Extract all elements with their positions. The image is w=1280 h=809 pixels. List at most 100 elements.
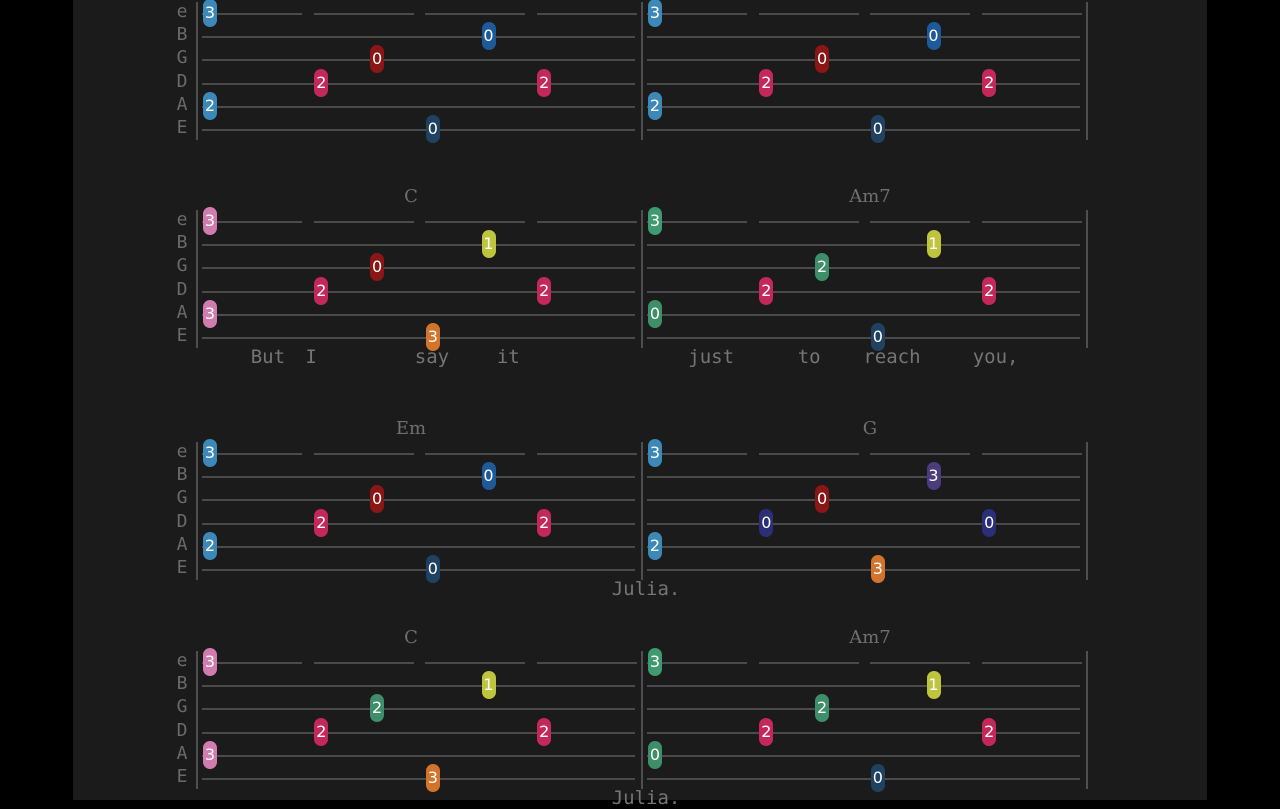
fret-number[interactable]: 3 (203, 648, 217, 676)
string-line (202, 267, 635, 270)
fret-number[interactable]: 0 (926, 22, 941, 51)
fret-number[interactable]: 2 (982, 276, 997, 305)
fret-number[interactable]: 0 (425, 555, 440, 583)
fret-number[interactable]: 0 (815, 45, 830, 74)
fret-number[interactable]: 0 (870, 115, 885, 143)
fret-number[interactable]: 2 (815, 694, 830, 723)
string-line (202, 662, 302, 664)
fret-number[interactable]: 3 (203, 207, 217, 235)
barline (196, 442, 198, 580)
fret-number[interactable]: 2 (815, 253, 830, 282)
fret-number[interactable]: 2 (314, 508, 329, 537)
fret-number[interactable]: 0 (481, 22, 496, 51)
fret-number[interactable]: 0 (759, 508, 774, 537)
string-line (981, 221, 1082, 223)
fret-number[interactable]: 0 (870, 764, 885, 792)
string-line (647, 778, 1080, 780)
fret-number[interactable]: 3 (203, 0, 217, 27)
string-line (981, 453, 1082, 455)
fret-number[interactable]: 2 (537, 508, 552, 537)
fret-number[interactable]: 2 (537, 276, 552, 305)
fret-number[interactable]: 3 (203, 299, 217, 328)
string-line (647, 754, 1080, 757)
chord-name: Am7 (849, 186, 891, 207)
lyric-word: say (414, 346, 450, 368)
string-line (647, 221, 747, 223)
fret-number[interactable]: 2 (537, 717, 552, 746)
string-line (202, 244, 635, 247)
string-line (202, 129, 635, 131)
string-line (202, 290, 635, 293)
string-line (202, 221, 302, 223)
chord-name: Am7 (849, 627, 891, 648)
fret-number[interactable]: 3 (648, 648, 662, 676)
fret-number[interactable]: 2 (982, 717, 997, 746)
string-name-d: D (176, 719, 188, 741)
fret-number[interactable]: 2 (648, 91, 662, 120)
fret-number[interactable]: 3 (648, 207, 662, 235)
fret-number[interactable]: 1 (926, 671, 941, 700)
string-line (202, 731, 635, 734)
fret-number[interactable]: 0 (481, 462, 496, 491)
string-line (202, 499, 635, 502)
fret-number[interactable]: 3 (203, 439, 217, 467)
string-line (870, 662, 970, 664)
fret-number[interactable]: 2 (759, 68, 774, 97)
fret-number[interactable]: 2 (314, 276, 329, 305)
fret-number[interactable]: 2 (759, 717, 774, 746)
fret-number[interactable]: 3 (648, 0, 662, 27)
fret-number[interactable]: 2 (203, 91, 217, 120)
fret-number[interactable]: 1 (926, 230, 941, 259)
string-name-e: e (176, 209, 188, 230)
string-line (425, 453, 525, 455)
fret-number[interactable]: 2 (203, 531, 217, 560)
fret-number[interactable]: 2 (537, 68, 552, 97)
barline (641, 442, 643, 580)
string-line (536, 221, 637, 223)
barline (196, 210, 198, 348)
string-line (202, 36, 635, 39)
fret-number[interactable]: 0 (425, 115, 440, 143)
fret-number[interactable]: 1 (481, 671, 496, 700)
barline (196, 651, 198, 789)
string-name-g: G (176, 696, 188, 718)
fret-number[interactable]: 3 (425, 764, 440, 792)
fret-number[interactable]: 1 (481, 230, 496, 259)
fret-number[interactable]: 0 (370, 45, 385, 74)
string-name-e: E (176, 117, 188, 138)
fret-number[interactable]: 0 (370, 253, 385, 282)
string-line (536, 662, 637, 664)
fret-number[interactable]: 2 (314, 68, 329, 97)
string-line (647, 290, 1080, 293)
fret-number[interactable]: 0 (370, 485, 385, 514)
lyric-word: just (688, 346, 735, 368)
fret-number[interactable]: 2 (370, 694, 385, 723)
fret-number[interactable]: 3 (926, 462, 941, 491)
string-line (647, 82, 1080, 85)
string-name-e: e (176, 441, 188, 462)
chord-name: G (862, 418, 878, 439)
fret-number[interactable]: 2 (759, 276, 774, 305)
fret-number[interactable]: 0 (982, 508, 997, 537)
fret-number[interactable]: 2 (314, 717, 329, 746)
fret-number[interactable]: 3 (870, 555, 885, 583)
string-line (647, 545, 1080, 548)
string-line (647, 522, 1080, 525)
string-name-g: G (176, 255, 188, 277)
fret-number[interactable]: 2 (982, 68, 997, 97)
fret-number[interactable]: 3 (648, 439, 662, 467)
string-line (647, 685, 1080, 688)
string-name-b: B (176, 232, 188, 254)
tab-sheet-panel (73, 0, 1207, 800)
fret-number[interactable]: 0 (648, 299, 662, 328)
barline (1086, 210, 1088, 348)
barline (196, 2, 198, 140)
fret-number[interactable]: 0 (648, 740, 662, 769)
fret-number[interactable]: 0 (815, 485, 830, 514)
string-line (202, 337, 635, 339)
string-line (202, 476, 635, 479)
fret-number[interactable]: 2 (648, 531, 662, 560)
string-name-g: G (176, 487, 188, 509)
fret-number[interactable]: 3 (203, 740, 217, 769)
string-line (647, 59, 1080, 62)
